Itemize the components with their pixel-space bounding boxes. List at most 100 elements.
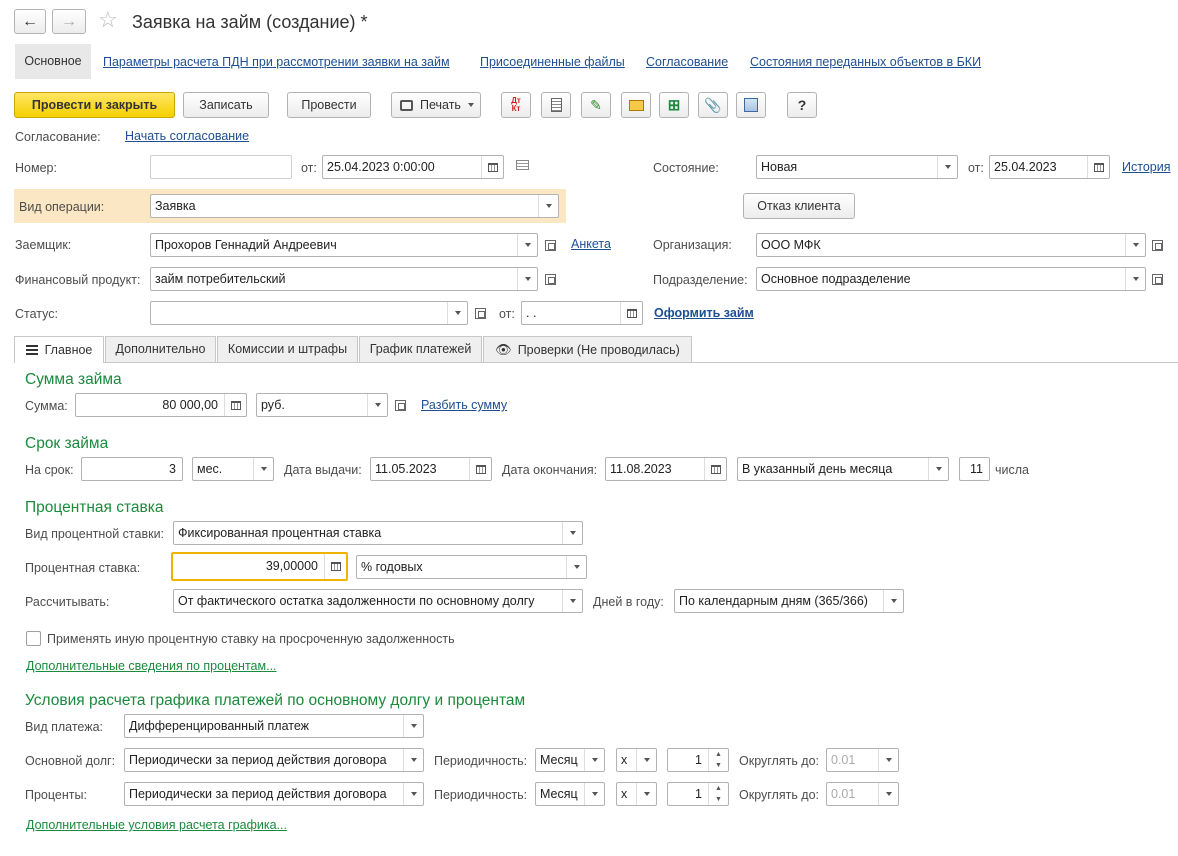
dropdown-icon[interactable] [636,749,656,771]
forward-button[interactable]: → [52,9,86,34]
calendar-icon[interactable] [469,458,491,480]
nav-item-pdn[interactable]: Параметры расчета ПДН при рассмотрении з… [103,55,450,69]
dropdown-icon[interactable] [636,783,656,805]
days-in-year-select[interactable]: По календарным дням (365/366) [674,589,904,613]
attach-button[interactable]: 📎 [698,92,728,118]
interest-round-select[interactable]: 0.01 [826,782,899,806]
dropdown-icon[interactable] [937,156,957,178]
dropdown-icon[interactable] [928,458,948,480]
term-unit-select[interactable]: мес. [192,457,274,481]
star-icon[interactable]: ☆ [98,7,118,33]
interest-select[interactable]: Периодически за период действия договора [124,782,424,806]
end-date-input[interactable]: 11.08.2023 [605,457,727,481]
dropdown-icon[interactable] [447,302,467,324]
calendar-icon[interactable] [620,302,642,324]
status-date-input[interactable]: . . [521,301,643,325]
calculator-icon[interactable] [324,554,346,579]
other-rate-checkbox[interactable] [26,631,41,646]
calendar-icon[interactable] [481,156,503,178]
currency-select[interactable]: руб. [256,393,388,417]
dropdown-icon[interactable] [538,195,558,217]
write-button[interactable]: Записать [183,92,269,118]
tab-schedule[interactable]: График платежей [359,336,482,362]
dropdown-icon[interactable] [1125,268,1145,290]
more-interest-link[interactable]: Дополнительные сведения по процентам... [26,659,277,673]
dropdown-icon[interactable] [517,234,537,256]
organization-select[interactable]: ООО МФК [756,233,1146,257]
rate-type-select[interactable]: Фиксированная процентная ставка [173,521,583,545]
operation-type-select[interactable]: Заявка [150,194,559,218]
state-select[interactable]: Новая [756,155,958,179]
dropdown-icon[interactable] [403,749,423,771]
dropdown-icon[interactable] [584,783,604,805]
open-product-icon[interactable] [540,268,560,290]
status-select[interactable] [150,301,468,325]
state-date-input[interactable]: 25.04.2023 [989,155,1110,179]
open-borrower-icon[interactable] [540,234,560,256]
product-select[interactable]: займ потребительский [150,267,538,291]
print-button[interactable]: Печать [391,92,481,118]
payment-type-select[interactable]: Дифференцированный платеж [124,714,424,738]
dropdown-icon[interactable] [517,268,537,290]
tab-additional[interactable]: Дополнительно [105,336,216,362]
dropdown-icon[interactable] [403,715,423,737]
client-refusal-button[interactable]: Отказ клиента [743,193,855,219]
nav-item-approval[interactable]: Согласование [646,55,728,69]
dropdown-icon[interactable] [584,749,604,771]
open-currency-icon[interactable] [390,394,410,416]
dropdown-icon[interactable] [883,590,903,612]
issue-date-input[interactable]: 11.05.2023 [370,457,492,481]
post-button[interactable]: Провести [287,92,371,118]
calculator-icon[interactable] [224,394,246,416]
principal-period-select[interactable]: Месяц [535,748,605,772]
mail-button[interactable] [621,92,651,118]
calendar-icon[interactable] [1087,156,1109,178]
dropdown-icon[interactable] [253,458,273,480]
division-select[interactable]: Основное подразделение [756,267,1146,291]
dropdown-icon[interactable] [878,749,898,771]
other-rate-label[interactable]: Применять иную процентную ставку на прос… [47,631,455,647]
add-structure-button[interactable]: ⊞ [659,92,689,118]
tab-commissions[interactable]: Комиссии и штрафы [217,336,358,362]
open-division-icon[interactable] [1147,268,1167,290]
comment-icon[interactable] [516,160,529,170]
payment-day-input[interactable]: 11 [959,457,990,481]
dropdown-icon[interactable] [1125,234,1145,256]
list-report-button[interactable] [541,92,571,118]
borrower-select[interactable]: Прохоров Геннадий Андреевич [150,233,538,257]
principal-round-select[interactable]: 0.01 [826,748,899,772]
dropdown-icon[interactable] [566,556,586,578]
help-button[interactable]: ? [787,92,817,118]
tab-main[interactable]: Главное [14,336,104,363]
dtkt-button[interactable]: Дт Кт [501,92,531,118]
open-organization-icon[interactable] [1147,234,1167,256]
spinner-icon[interactable]: ▲ ▼ [708,783,728,805]
more-schedule-link[interactable]: Дополнительные условия расчета графика..… [26,818,287,832]
tab-checks[interactable]: 👁 Проверки (Не проводилась) [483,336,692,362]
spinner-icon[interactable]: ▲ ▼ [708,749,728,771]
edit-button[interactable]: ✎ [581,92,611,118]
principal-x-select[interactable]: x [616,748,657,772]
principal-count-input[interactable]: 1 ▲ ▼ [667,748,729,772]
open-status-icon[interactable] [470,302,490,324]
number-input[interactable] [150,155,292,179]
post-and-close-button[interactable]: Провести и закрыть [14,92,175,118]
split-sum-link[interactable]: Разбить сумму [421,398,507,412]
rate-unit-select[interactable]: % годовых [356,555,587,579]
interest-count-input[interactable]: 1 ▲ ▼ [667,782,729,806]
nav-item-files[interactable]: Присоединенные файлы [480,55,625,69]
calc-method-select[interactable]: От фактического остатка задолженности по… [173,589,583,613]
dropdown-icon[interactable] [562,590,582,612]
rate-input[interactable]: 39,00000 [171,552,348,581]
start-approval-link[interactable]: Начать согласование [125,129,249,143]
dropdown-icon[interactable] [367,394,387,416]
payment-day-mode-select[interactable]: В указанный день месяца [737,457,949,481]
nav-item-main[interactable]: Основное [15,44,91,79]
nav-item-bki[interactable]: Состояния переданных объектов в БКИ [750,55,981,69]
document-date-input[interactable]: 25.04.2023 0:00:00 [322,155,504,179]
issue-loan-link[interactable]: Оформить займ [654,306,754,320]
structure-button[interactable] [736,92,766,118]
sum-input[interactable]: 80 000,00 [75,393,247,417]
dropdown-icon[interactable] [562,522,582,544]
principal-select[interactable]: Периодически за период действия договора [124,748,424,772]
